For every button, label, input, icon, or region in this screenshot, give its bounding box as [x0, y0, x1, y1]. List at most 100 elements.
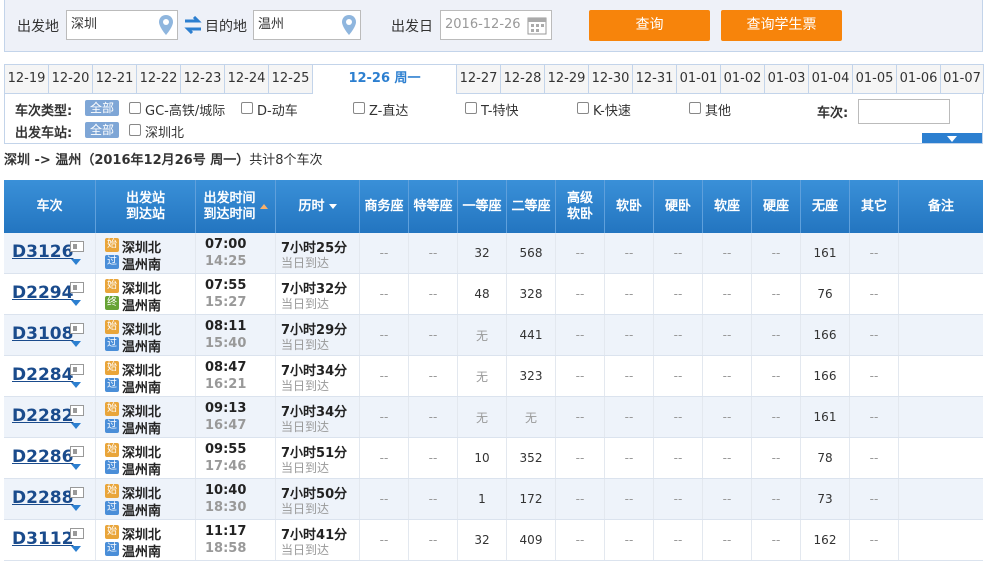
seat-availability[interactable]: -- [409, 397, 458, 437]
train-number-link[interactable]: D2286 [12, 447, 73, 467]
seat-availability[interactable]: -- [703, 233, 752, 273]
header-duration[interactable]: 历时 [276, 180, 360, 233]
seat-availability[interactable]: 76 [801, 274, 850, 314]
seat-availability[interactable]: 73 [801, 479, 850, 519]
checkbox-other[interactable] [689, 102, 701, 114]
table-row[interactable]: D3112 始深圳北过温州南 11:17 18:58 7小时41分 当日到达 -- -- 32 4… [4, 520, 983, 561]
checkbox-station-shenzhenbei[interactable] [129, 124, 141, 136]
date-tab[interactable]: 12-24 [224, 64, 268, 94]
checkbox-t[interactable] [465, 102, 477, 114]
table-row[interactable]: D2288 始深圳北过温州南 10:40 18:30 7小时50分 当日到达 -- -- 1 17… [4, 479, 983, 520]
seat-availability[interactable]: -- [605, 233, 654, 273]
train-number-link[interactable]: D3126 [12, 242, 73, 262]
table-row[interactable]: D2286 始深圳北过温州南 09:55 17:46 7小时51分 当日到达 -- -- 10 3… [4, 438, 983, 479]
date-tab[interactable]: 12-31 [632, 64, 676, 94]
date-tab[interactable]: 12-27 [456, 64, 500, 94]
from-station-input[interactable]: 深圳 [66, 10, 178, 40]
seat-availability[interactable]: -- [409, 356, 458, 396]
swap-icon[interactable] [183, 16, 203, 34]
seat-availability[interactable]: -- [752, 520, 801, 560]
to-station-input[interactable]: 温州 [253, 10, 361, 40]
date-tab[interactable]: 12-21 [92, 64, 136, 94]
seat-availability[interactable]: -- [703, 438, 752, 478]
seat-availability[interactable]: -- [605, 438, 654, 478]
train-detail-icon[interactable] [70, 364, 84, 375]
seat-availability[interactable]: -- [409, 479, 458, 519]
date-tab[interactable]: 01-06 [896, 64, 940, 94]
seat-availability[interactable]: 32 [458, 520, 507, 560]
date-tab[interactable]: 12-20 [48, 64, 92, 94]
train-number-link[interactable]: D3112 [12, 529, 73, 549]
station-all-button[interactable]: 全部 [85, 122, 119, 138]
header-train[interactable]: 车次 [4, 180, 96, 233]
seat-availability[interactable]: 172 [507, 479, 556, 519]
train-number-link[interactable]: D2288 [12, 488, 73, 508]
seat-availability[interactable]: 409 [507, 520, 556, 560]
seat-availability[interactable]: 无 [458, 356, 507, 396]
seat-availability[interactable]: -- [752, 274, 801, 314]
date-tab[interactable]: 01-01 [676, 64, 720, 94]
train-detail-icon[interactable] [70, 405, 84, 416]
seat-availability[interactable]: 328 [507, 274, 556, 314]
seat-availability[interactable]: 32 [458, 233, 507, 273]
seat-availability[interactable]: -- [703, 274, 752, 314]
seat-availability[interactable]: -- [654, 356, 703, 396]
table-row[interactable]: D2284 始深圳北过温州南 08:47 16:21 7小时34分 当日到达 -- -- 无 32… [4, 356, 983, 397]
seat-availability[interactable]: -- [556, 438, 605, 478]
calendar-icon[interactable] [527, 15, 547, 35]
seat-availability[interactable]: -- [556, 520, 605, 560]
chevron-down-icon[interactable] [71, 423, 81, 429]
seat-availability[interactable]: -- [360, 356, 409, 396]
train-number-link[interactable]: D2282 [12, 406, 73, 426]
seat-availability[interactable]: -- [654, 438, 703, 478]
seat-availability[interactable]: -- [605, 397, 654, 437]
query-button[interactable]: 查询 [589, 10, 710, 41]
seat-availability[interactable]: 352 [507, 438, 556, 478]
train-detail-icon[interactable] [70, 241, 84, 252]
train-number-input[interactable] [858, 99, 950, 124]
seat-availability[interactable]: -- [654, 520, 703, 560]
seat-availability[interactable]: -- [409, 233, 458, 273]
date-tab[interactable]: 01-07 [940, 64, 984, 94]
header-times[interactable]: 出发时间 到达时间 [196, 180, 276, 233]
location-pin-icon[interactable] [342, 15, 356, 35]
chevron-down-icon[interactable] [71, 259, 81, 265]
seat-availability[interactable]: 48 [458, 274, 507, 314]
train-number-link[interactable]: D3108 [12, 324, 73, 344]
seat-availability[interactable]: -- [752, 315, 801, 355]
seat-availability[interactable]: -- [752, 438, 801, 478]
date-tab[interactable]: 01-03 [764, 64, 808, 94]
seat-availability[interactable]: -- [360, 233, 409, 273]
chevron-down-icon[interactable] [71, 505, 81, 511]
date-tab[interactable]: 12-19 [4, 64, 48, 94]
date-tab[interactable]: 12-29 [544, 64, 588, 94]
seat-availability[interactable]: 无 [507, 397, 556, 437]
seat-availability[interactable]: -- [409, 520, 458, 560]
student-ticket-button[interactable]: 查询学生票 [721, 10, 842, 41]
date-tab[interactable]: 01-02 [720, 64, 764, 94]
seat-availability[interactable]: -- [605, 520, 654, 560]
table-row[interactable]: D3108 始深圳北过温州南 08:11 15:40 7小时29分 当日到达 -- -- 无 44… [4, 315, 983, 356]
seat-availability[interactable]: -- [703, 520, 752, 560]
train-detail-icon[interactable] [70, 487, 84, 498]
train-detail-icon[interactable] [70, 282, 84, 293]
seat-availability[interactable]: 无 [458, 397, 507, 437]
seat-availability[interactable]: -- [605, 274, 654, 314]
seat-availability[interactable]: -- [850, 274, 899, 314]
seat-availability[interactable]: -- [360, 479, 409, 519]
seat-availability[interactable]: -- [850, 315, 899, 355]
seat-availability[interactable]: -- [752, 356, 801, 396]
location-pin-icon[interactable] [159, 15, 173, 35]
date-tab[interactable]: 12-30 [588, 64, 632, 94]
chevron-down-icon[interactable] [71, 300, 81, 306]
date-tab[interactable]: 12-22 [136, 64, 180, 94]
seat-availability[interactable]: -- [752, 479, 801, 519]
seat-availability[interactable]: 166 [801, 315, 850, 355]
seat-availability[interactable]: -- [360, 520, 409, 560]
seat-availability[interactable]: -- [850, 438, 899, 478]
seat-availability[interactable]: -- [850, 520, 899, 560]
seat-availability[interactable]: -- [654, 397, 703, 437]
date-tab[interactable]: 12-26 周一 [312, 64, 456, 95]
train-detail-icon[interactable] [70, 446, 84, 457]
seat-availability[interactable]: -- [605, 356, 654, 396]
